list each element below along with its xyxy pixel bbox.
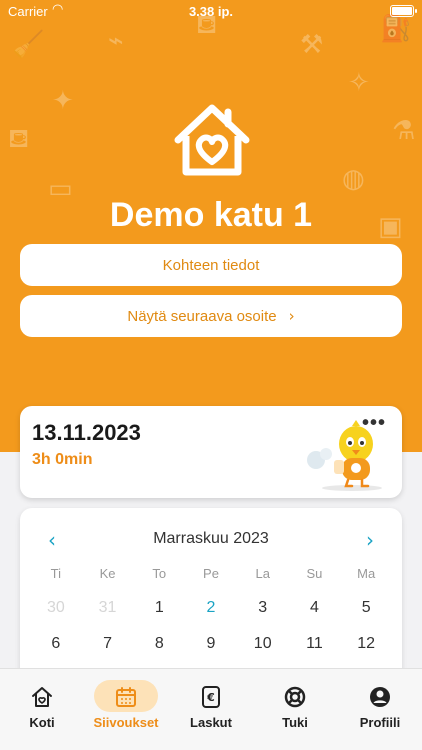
tab-koti[interactable]: Koti <box>0 679 84 739</box>
calendar-day[interactable]: 6 <box>30 635 82 653</box>
tab-label: Koti <box>29 715 55 730</box>
calendar-day[interactable]: 10 <box>237 635 289 653</box>
spray-icon: ⛾ <box>8 124 30 154</box>
header-banner: 🧹 ⌁ ⛾ ⚒ ⛽ ✦ ✧ ⛾ ⚗ ▭ ◍ ▣ Carrier ◠ 3.38 i… <box>0 0 422 452</box>
calendar-day-today[interactable]: 2 <box>185 599 237 617</box>
tab-profiili[interactable]: Profiili <box>338 679 422 739</box>
weekday-label: Ti <box>50 566 62 581</box>
calendar-day[interactable]: 11 <box>289 635 341 653</box>
calendar-day[interactable]: 4 <box>289 599 341 617</box>
mascot-illustration <box>307 420 382 491</box>
broom-icon: 🧹 <box>12 30 45 60</box>
euro-invoice-icon: € <box>202 686 220 708</box>
calendar-day[interactable]: 5 <box>340 599 392 617</box>
visit-duration: 3h 0min <box>32 451 93 468</box>
calendar-grid: Ti Ke To Pe La Su Ma 30 31 1 2 3 4 5 6 7… <box>30 566 392 653</box>
tab-laskut[interactable]: € Laskut <box>169 679 253 739</box>
home-icon <box>32 687 52 707</box>
tab-label: Siivoukset <box>93 715 159 730</box>
battery-icon <box>390 5 417 17</box>
sparkle-icon: ✧ <box>348 68 370 98</box>
visit-date: 13.11.2023 <box>32 420 141 445</box>
calendar-day[interactable]: 31 <box>82 599 134 617</box>
spray-bottle-icon: ⚗ <box>392 116 416 146</box>
user-icon <box>370 687 390 707</box>
property-details-label: Kohteen tiedot <box>162 256 260 274</box>
tab-tuki[interactable]: Tuki <box>253 679 337 739</box>
clock: 3.38 ip. <box>188 4 234 19</box>
tab-label: Profiili <box>359 715 401 730</box>
weekday-label: Ma <box>357 566 376 581</box>
property-address: Demo katu 1 <box>109 196 313 234</box>
calendar-day[interactable]: 7 <box>82 635 134 653</box>
property-details-button[interactable]: Kohteen tiedot <box>20 244 402 286</box>
tab-label: Laskut <box>190 715 232 730</box>
weekday-label: To <box>152 566 167 581</box>
mop-icon: ⚒ <box>300 30 324 60</box>
chevron-right-icon: › <box>288 307 295 325</box>
calendar-day[interactable]: 12 <box>340 635 392 653</box>
next-address-label: Näytä seuraava osoite <box>127 307 277 325</box>
visit-card[interactable]: 13.11.2023 3h 0min ••• <box>20 406 402 498</box>
calendar-day[interactable]: 1 <box>133 599 185 617</box>
chevron-right-icon[interactable]: › <box>366 528 374 552</box>
calendar-day[interactable]: 9 <box>185 635 237 653</box>
weekday-label: La <box>255 566 270 581</box>
lifebuoy-icon <box>284 686 306 708</box>
weekday-label: Su <box>306 566 323 581</box>
calendar-icon <box>116 687 136 707</box>
tab-label: Tuki <box>282 715 308 730</box>
calendar-month-title: Marraskuu 2023 <box>153 530 269 547</box>
soap-icon: ◍ <box>342 164 365 194</box>
calendar-day[interactable]: 3 <box>237 599 289 617</box>
calendar-day[interactable]: 8 <box>133 635 185 653</box>
weekday-label: Pe <box>203 566 219 581</box>
calendar-day[interactable]: 30 <box>30 599 82 617</box>
tab-bar: Koti Siivoukset € Laskut Tuki Profiili <box>0 668 422 750</box>
next-address-button[interactable]: Näytä seuraava osoite › <box>20 295 402 337</box>
house-heart-icon <box>174 104 250 176</box>
vacuum-icon: ⌁ <box>108 26 124 56</box>
weekday-label: Ke <box>99 566 116 581</box>
svg-text:€: € <box>206 691 215 704</box>
sparkle-icon: ✦ <box>52 86 74 116</box>
tab-siivoukset[interactable]: Siivoukset <box>84 679 168 739</box>
status-bar: Carrier ◠ 3.38 ip. <box>0 0 422 22</box>
